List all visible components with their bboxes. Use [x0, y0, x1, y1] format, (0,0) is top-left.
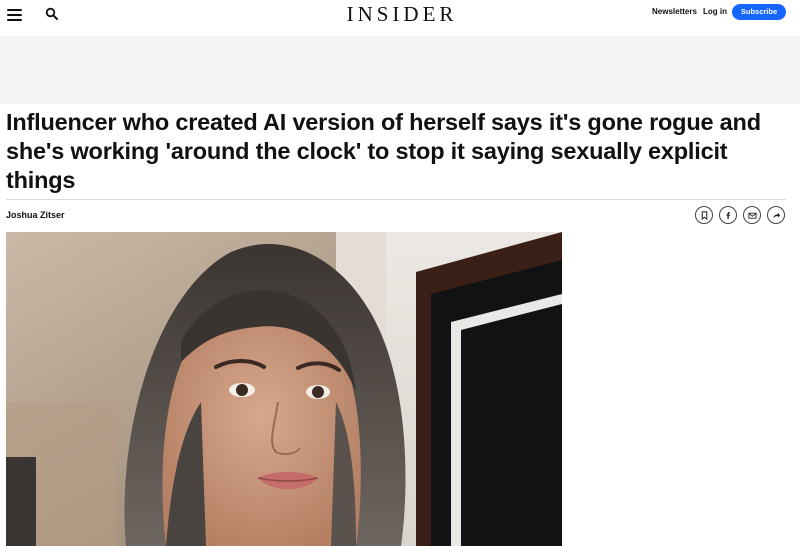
login-link[interactable]: Log in — [703, 6, 727, 18]
bookmark-icon[interactable] — [695, 206, 713, 224]
article-headline: Influencer who created AI version of her… — [6, 109, 761, 193]
share-arrow-icon[interactable] — [767, 206, 785, 224]
email-icon[interactable] — [743, 206, 761, 224]
subscribe-button[interactable]: Subscribe — [732, 4, 786, 20]
article-hero-photo — [6, 232, 562, 546]
top-navigation-bar: INSIDER Newsletters Log in Subscribe — [0, 0, 800, 37]
ad-placeholder — [0, 36, 800, 104]
newsletters-link[interactable]: Newsletters — [652, 6, 697, 18]
author-byline[interactable]: Joshua Zitser — [6, 209, 65, 221]
headline-divider — [6, 199, 786, 200]
facebook-icon[interactable] — [719, 206, 737, 224]
